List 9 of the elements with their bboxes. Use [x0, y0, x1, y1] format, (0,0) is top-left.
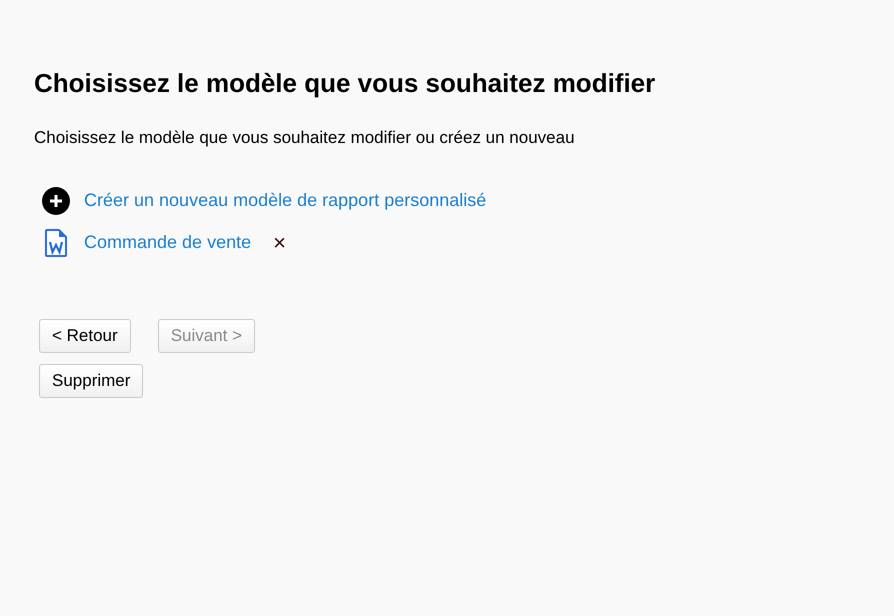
document-icon [45, 228, 67, 256]
back-button[interactable]: < Retour [39, 318, 131, 352]
page-title: Choisissez le modèle que vous souhaitez modifier [34, 67, 656, 100]
delete-button[interactable]: Supprimer [39, 364, 144, 398]
page-subtitle: Choisissez le modèle que vous souhaitez modifier ou créez un nouveau [34, 127, 576, 149]
remove-button[interactable]: × [273, 232, 286, 254]
template-link[interactable]: Créer un nouveau modèle de rapport personnalisé [84, 187, 486, 214]
plus-circle-icon [42, 186, 70, 214]
template-link[interactable]: Commande de vente [84, 229, 252, 256]
